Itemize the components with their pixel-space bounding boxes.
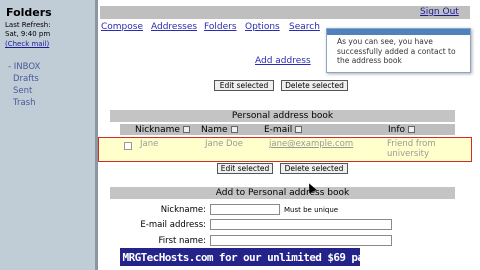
- folder-inbox[interactable]: - INBOX: [8, 62, 40, 72]
- column-name-label: Name: [201, 124, 228, 135]
- column-email[interactable]: E-mail: [264, 124, 303, 135]
- folder-drafts[interactable]: Drafts: [13, 74, 39, 84]
- first-name-label: First name:: [158, 236, 206, 246]
- email-input[interactable]: [210, 219, 392, 230]
- folder-trash[interactable]: Trash: [13, 98, 35, 108]
- column-info[interactable]: Info: [388, 124, 416, 135]
- callout-header-bar: [327, 29, 470, 35]
- folder-sent[interactable]: Sent: [13, 86, 32, 96]
- nav-search[interactable]: Search: [289, 22, 320, 32]
- frame-divider[interactable]: [95, 0, 98, 270]
- column-name[interactable]: Name: [201, 124, 238, 135]
- promo-banner: Visit MRGTecHosts.com for our unlimited …: [120, 248, 360, 266]
- column-email-label: E-mail: [264, 124, 293, 135]
- column-nickname-label: Nickname: [135, 124, 180, 135]
- first-name-input[interactable]: [210, 235, 392, 246]
- callout-text: As you can see, you have successfully ad…: [337, 37, 456, 65]
- row-select-checkbox[interactable]: [124, 142, 132, 150]
- check-mail-link[interactable]: (Check mail): [5, 40, 49, 48]
- last-refresh-label: Last Refresh:: [5, 21, 51, 29]
- nav-folders[interactable]: Folders: [204, 22, 237, 32]
- edit-selected-button[interactable]: Edit selected: [214, 80, 274, 91]
- column-nickname[interactable]: Nickname: [135, 124, 190, 135]
- folders-title: Folders: [6, 6, 52, 19]
- refresh-time: Sat, 9:40 pm: [5, 30, 51, 38]
- nickname-label: Nickname:: [160, 205, 206, 215]
- folders-sidebar: Folders Last Refresh: Sat, 9:40 pm (Chec…: [0, 0, 95, 270]
- column-info-label: Info: [388, 124, 406, 135]
- sort-icon[interactable]: [408, 126, 416, 133]
- personal-address-book-title: Personal address book: [110, 110, 455, 122]
- webmail-window: Folders Last Refresh: Sat, 9:40 pm (Chec…: [0, 0, 480, 270]
- tutorial-callout: As you can see, you have successfully ad…: [326, 28, 471, 73]
- delete-selected-button-bottom[interactable]: Delete selected: [280, 163, 348, 174]
- delete-selected-button[interactable]: Delete selected: [281, 80, 348, 91]
- sign-out-link[interactable]: Sign Out: [420, 7, 459, 17]
- edit-selected-button-bottom[interactable]: Edit selected: [217, 163, 273, 174]
- add-to-address-book-title: Add to Personal address book: [110, 187, 455, 199]
- nickname-input[interactable]: [210, 204, 280, 215]
- nav-options[interactable]: Options: [245, 22, 280, 32]
- email-label: E-mail address:: [140, 220, 206, 230]
- cell-info: Friend from university: [387, 139, 436, 159]
- top-bar: [100, 6, 470, 19]
- sort-icon[interactable]: [295, 126, 303, 133]
- sort-icon[interactable]: [230, 126, 238, 133]
- cell-email-link[interactable]: jane@example.com: [269, 139, 353, 149]
- nav-compose[interactable]: Compose: [101, 22, 143, 32]
- cell-name: Jane Doe: [205, 139, 244, 149]
- table-row[interactable]: Jane Jane Doe jane@example.com Friend fr…: [98, 137, 472, 162]
- sort-icon[interactable]: [182, 126, 190, 133]
- must-be-unique-note: Must be unique: [284, 206, 339, 214]
- cell-nickname: Jane: [140, 139, 159, 149]
- add-address-link[interactable]: Add address: [255, 56, 311, 66]
- nav-addresses[interactable]: Addresses: [151, 22, 197, 32]
- address-table-header: Nickname Name E-mail Info: [120, 124, 455, 135]
